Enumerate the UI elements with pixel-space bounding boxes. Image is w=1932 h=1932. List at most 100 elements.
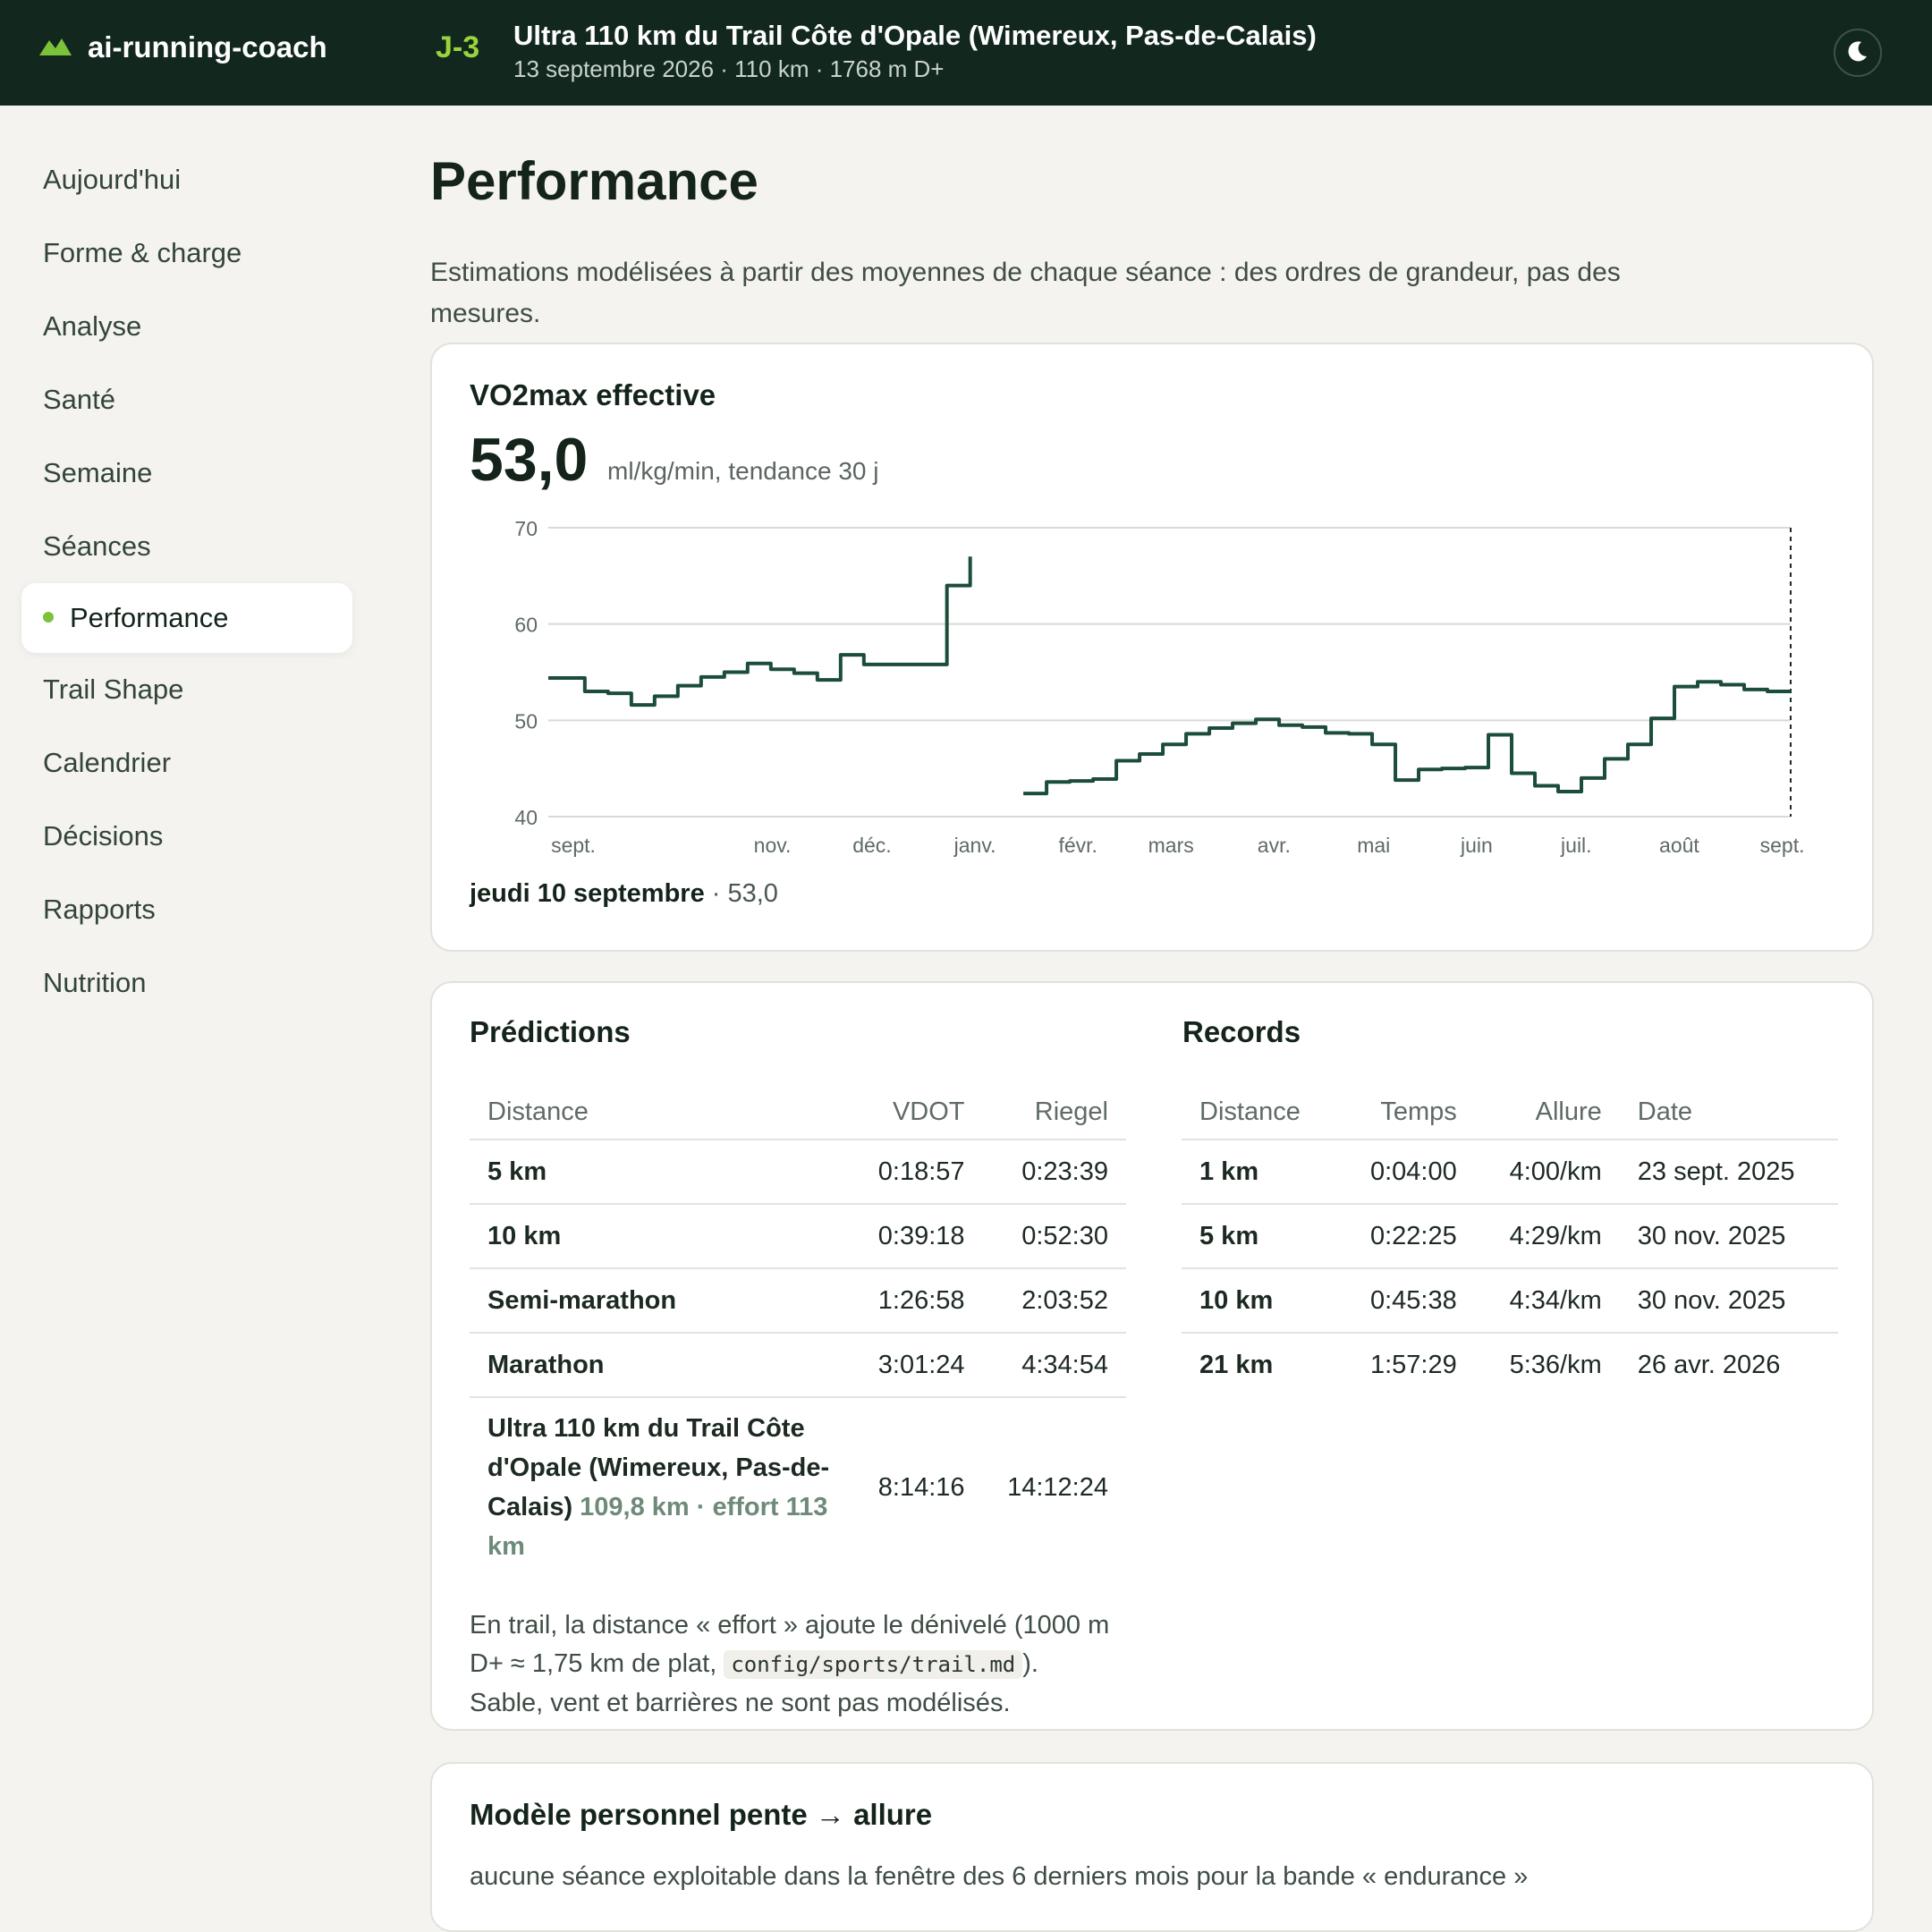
distance-cell: Semi-marathon — [470, 1268, 854, 1334]
time-cell: 0:22:25 — [1335, 1204, 1475, 1269]
riegel-cell: 0:23:39 — [982, 1140, 1126, 1205]
model-status-text: aucune séance exploitable dans la fenêtr… — [470, 1862, 1529, 1891]
table-row: 10 km 0:45:38 4:34/km 30 nov. 2025 — [1182, 1268, 1838, 1334]
column-header: VDOT — [854, 1085, 983, 1140]
race-subtitle: 13 septembre 2026 · 110 km · 1768 m D+ — [513, 55, 945, 82]
model-title: Modèle personnel pente → allure — [470, 1798, 933, 1831]
mountain-icon — [39, 36, 72, 60]
moon-icon — [1846, 39, 1869, 67]
y-tick-label: 40 — [514, 806, 538, 829]
distance-cell: 10 km — [470, 1204, 854, 1269]
predictions-records-card: Prédictions Distance VDOT Riegel 5 km 0:… — [430, 981, 1874, 1731]
sidebar-item-decisions[interactable]: Décisions — [21, 800, 352, 873]
records-title: Records — [1182, 1015, 1301, 1048]
y-tick-label: 70 — [514, 517, 538, 540]
sidebar-item-semaine[interactable]: Semaine — [21, 436, 352, 510]
x-tick-label: avr. — [1258, 834, 1291, 857]
time-cell: 0:45:38 — [1335, 1268, 1475, 1334]
chart-hover-readout: jeudi 10 septembre · 53,0 — [470, 879, 778, 909]
top-bar: ai-running-coach J-3 Ultra 110 km du Tra… — [0, 0, 1932, 106]
riegel-cell: 2:03:52 — [982, 1268, 1126, 1334]
page-title: Performance — [430, 151, 758, 211]
column-header: Distance — [470, 1085, 854, 1140]
riegel-cell: 14:12:24 — [1007, 1472, 1108, 1502]
sidebar-item-calendrier[interactable]: Calendrier — [21, 726, 352, 800]
sidebar-item-label: Performance — [70, 602, 229, 633]
predictions-table: Distance VDOT Riegel 5 km 0:18:57 0:23:3… — [470, 1085, 1126, 1577]
sidebar-item-forme-charge[interactable]: Forme & charge — [21, 216, 352, 290]
records-table: Distance Temps Allure Date 1 km 0:04:00 … — [1182, 1085, 1838, 1396]
x-tick-label: août — [1659, 834, 1699, 857]
column-header: Temps — [1335, 1085, 1475, 1140]
sidebar-item-performance[interactable]: Performance — [21, 583, 352, 653]
column-header: Allure — [1474, 1085, 1620, 1140]
pace-cell: 4:00/km — [1474, 1140, 1620, 1205]
vdot-cell: 3:01:24 — [854, 1333, 983, 1398]
table-header-row: Distance Temps Allure Date — [1182, 1085, 1838, 1140]
riegel-cell: 0:52:30 — [982, 1204, 1126, 1269]
sidebar-item-sante[interactable]: Santé — [21, 363, 352, 436]
distance-cell: Marathon — [470, 1333, 854, 1398]
table-row: 5 km 0:22:25 4:29/km 30 nov. 2025 — [1182, 1204, 1838, 1269]
date-cell: 30 nov. 2025 — [1619, 1204, 1838, 1269]
predictions-title: Prédictions — [470, 1015, 631, 1048]
table-row: Marathon 3:01:24 4:34:54 — [470, 1333, 1126, 1398]
time-cell: 1:57:29 — [1369, 1350, 1457, 1379]
distance-cell: 1 km — [1182, 1140, 1336, 1205]
pace-cell: 5:36/km — [1509, 1350, 1602, 1379]
x-tick-label: nov. — [754, 834, 792, 857]
table-header-row: Distance VDOT Riegel — [470, 1085, 1126, 1140]
column-header: Riegel — [982, 1085, 1126, 1140]
table-row: Ultra 110 km du Trail Côte d'Opale (Wime… — [470, 1397, 1126, 1577]
table-row: 1 km 0:04:00 4:00/km 23 sept. 2025 — [1182, 1140, 1838, 1205]
column-header: Distance — [1182, 1085, 1336, 1140]
vo2max-chart[interactable]: 70 60 50 40 sept. nov. déc. janv. févr. mars avr. m… — [432, 344, 1872, 881]
time-cell: 0:04:00 — [1335, 1140, 1475, 1205]
x-tick-label: sept. — [1760, 834, 1805, 857]
distance-cell: Ultra 110 km du Trail Côte d'Opale (Wime… — [470, 1397, 854, 1577]
sidebar: Aujourd'hui Forme & charge Analyse Santé… — [21, 143, 352, 1020]
config-path: config/sports/trail.md — [724, 1650, 1023, 1679]
theme-toggle-button[interactable] — [1834, 29, 1927, 82]
vdot-cell: 8:14:16 — [877, 1472, 965, 1502]
page-description: Estimations modélisées à partir des moye… — [430, 258, 1621, 328]
sidebar-item-seances[interactable]: Séances — [21, 510, 352, 583]
table-row: Semi-marathon 1:26:58 2:03:52 — [470, 1268, 1126, 1334]
vdot-cell: 1:26:58 — [854, 1268, 983, 1334]
x-tick-label: juin — [1460, 834, 1493, 857]
x-tick-label: déc. — [852, 834, 891, 857]
distance-cell: 5 km — [1182, 1204, 1336, 1269]
sidebar-item-aujourdhui[interactable]: Aujourd'hui — [21, 143, 352, 216]
race-title: Ultra 110 km du Trail Côte d'Opale (Wime… — [513, 20, 1317, 51]
distance-cell: 21 km — [1199, 1350, 1274, 1379]
trail-effort-note: En trail, la distance « effort » ajoute … — [470, 1606, 1114, 1723]
brand-name: ai-running-coach — [88, 30, 327, 64]
vo2max-series-line — [1023, 680, 1791, 796]
hover-date: jeudi 10 septembre — [470, 879, 705, 908]
riegel-cell: 4:34:54 — [982, 1333, 1126, 1398]
pace-cell: 4:29/km — [1474, 1204, 1620, 1269]
date-cell: 30 nov. 2025 — [1619, 1268, 1838, 1334]
table-row: 21 km 1:57:29 5:36/km 26 avr. 2026 — [1182, 1333, 1838, 1396]
slope-pace-model-card: Modèle personnel pente → allure aucune s… — [430, 1762, 1874, 1932]
x-tick-label: sept. — [551, 834, 596, 857]
y-tick-label: 60 — [514, 614, 538, 637]
table-row: 10 km 0:39:18 0:52:30 — [470, 1204, 1126, 1269]
distance-cell: 10 km — [1182, 1268, 1336, 1334]
y-tick-label: 50 — [514, 709, 538, 733]
vdot-cell: 0:18:57 — [854, 1140, 983, 1205]
vo2max-series-line — [548, 556, 972, 708]
sidebar-item-trail-shape[interactable]: Trail Shape — [21, 653, 352, 726]
x-tick-label: juil. — [1560, 834, 1592, 857]
pace-cell: 4:34/km — [1474, 1268, 1620, 1334]
sidebar-item-rapports[interactable]: Rapports — [21, 873, 352, 946]
column-header: Date — [1619, 1085, 1838, 1140]
active-indicator-dot — [43, 611, 54, 623]
date-cell: 26 avr. 2026 — [1637, 1350, 1781, 1379]
date-cell: 23 sept. 2025 — [1619, 1140, 1838, 1205]
sidebar-item-nutrition[interactable]: Nutrition — [21, 946, 352, 1020]
brand[interactable]: ai-running-coach — [39, 30, 327, 64]
x-tick-label: févr. — [1058, 834, 1097, 857]
sidebar-item-analyse[interactable]: Analyse — [21, 290, 352, 363]
x-tick-label: mai — [1357, 834, 1390, 857]
